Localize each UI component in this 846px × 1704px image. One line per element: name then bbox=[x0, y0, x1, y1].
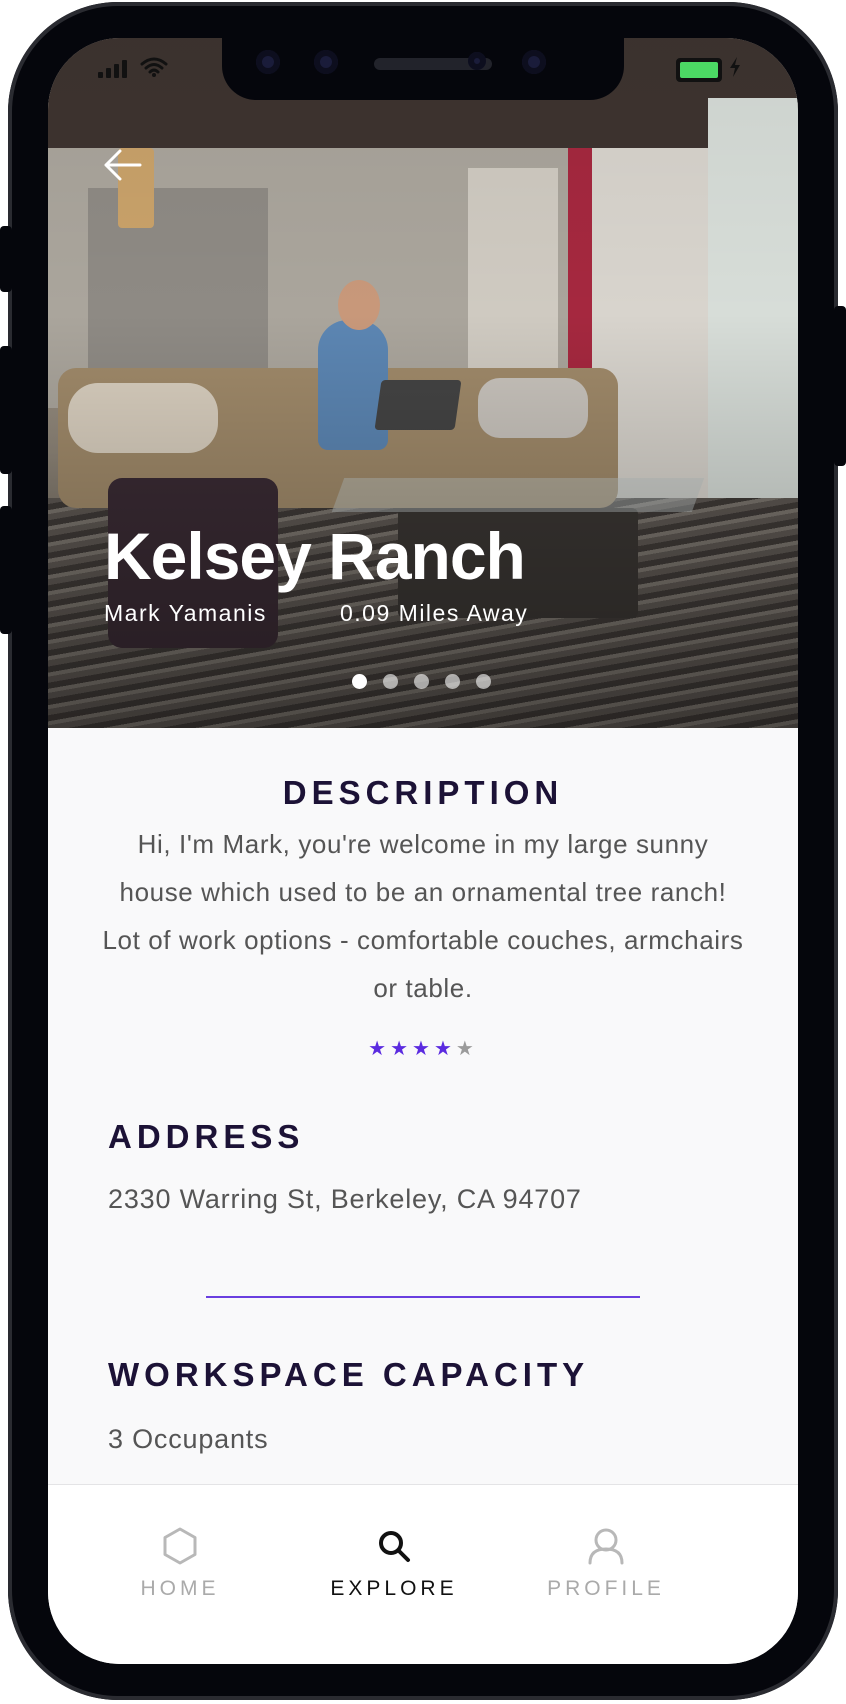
carousel-dot[interactable] bbox=[445, 674, 460, 689]
camera-icon bbox=[256, 50, 280, 74]
capacity-text: 3 Occupants bbox=[108, 1424, 269, 1454]
star-filled-icon: ★ bbox=[433, 1038, 456, 1060]
volume-down-button bbox=[0, 506, 12, 634]
carousel-dot[interactable] bbox=[352, 674, 367, 689]
back-arrow-icon[interactable] bbox=[102, 148, 142, 182]
tab-profile[interactable]: PROFILE bbox=[506, 1485, 706, 1615]
description-heading: DESCRIPTION bbox=[282, 774, 564, 811]
star-filled-icon: ★ bbox=[368, 1038, 391, 1060]
device-notch bbox=[222, 38, 624, 100]
front-camera-icon bbox=[522, 50, 546, 74]
carousel-dot[interactable] bbox=[383, 674, 398, 689]
address-text[interactable]: 2330 Warring St, Berkeley, CA 94707 bbox=[108, 1184, 582, 1215]
address-heading: ADDRESS bbox=[108, 1118, 305, 1155]
mute-switch bbox=[0, 226, 12, 292]
distance-label: 0.09 Miles Away bbox=[340, 600, 529, 626]
carousel-dots bbox=[352, 674, 491, 689]
tab-explore-label: EXPLORE bbox=[330, 1577, 458, 1600]
host-name: Mark Yamanis bbox=[104, 600, 267, 626]
rating-stars: ★★★★★ bbox=[48, 1036, 798, 1061]
power-button bbox=[834, 306, 846, 466]
volume-up-button bbox=[0, 346, 12, 474]
tab-home[interactable]: HOME bbox=[80, 1485, 280, 1615]
description-text: Hi, I'm Mark, you're welcome in my large… bbox=[102, 829, 744, 1003]
star-filled-icon: ★ bbox=[412, 1038, 434, 1060]
hexagon-icon bbox=[163, 1527, 197, 1565]
cellular-signal-icon bbox=[98, 60, 127, 78]
tab-profile-label: PROFILE bbox=[547, 1577, 665, 1600]
capacity-heading: WORKSPACE CAPACITY bbox=[108, 1356, 590, 1393]
sensor-icon bbox=[314, 50, 338, 74]
search-icon bbox=[379, 1531, 410, 1562]
proximity-sensor-icon bbox=[468, 52, 486, 70]
charging-bolt-icon bbox=[730, 57, 740, 77]
star-filled-icon: ★ bbox=[390, 1038, 413, 1060]
tab-home-label: HOME bbox=[140, 1577, 220, 1600]
listing-title: Kelsey Ranch bbox=[104, 519, 526, 593]
battery-icon bbox=[676, 58, 722, 82]
star-empty-icon: ★ bbox=[455, 1038, 478, 1060]
user-icon bbox=[588, 1528, 624, 1565]
bottom-tab-bar: HOME EXPLORE PROFILE bbox=[48, 1484, 798, 1664]
tab-explore[interactable]: EXPLORE bbox=[294, 1485, 494, 1615]
section-divider bbox=[206, 1296, 640, 1298]
wifi-icon bbox=[140, 57, 168, 77]
carousel-dot[interactable] bbox=[414, 674, 429, 689]
carousel-dot[interactable] bbox=[476, 674, 491, 689]
listing-photo[interactable]: Kelsey Ranch Mark Yamanis 0.09 Miles Awa… bbox=[48, 38, 798, 728]
app-screen: Kelsey Ranch Mark Yamanis 0.09 Miles Awa… bbox=[48, 38, 798, 1664]
